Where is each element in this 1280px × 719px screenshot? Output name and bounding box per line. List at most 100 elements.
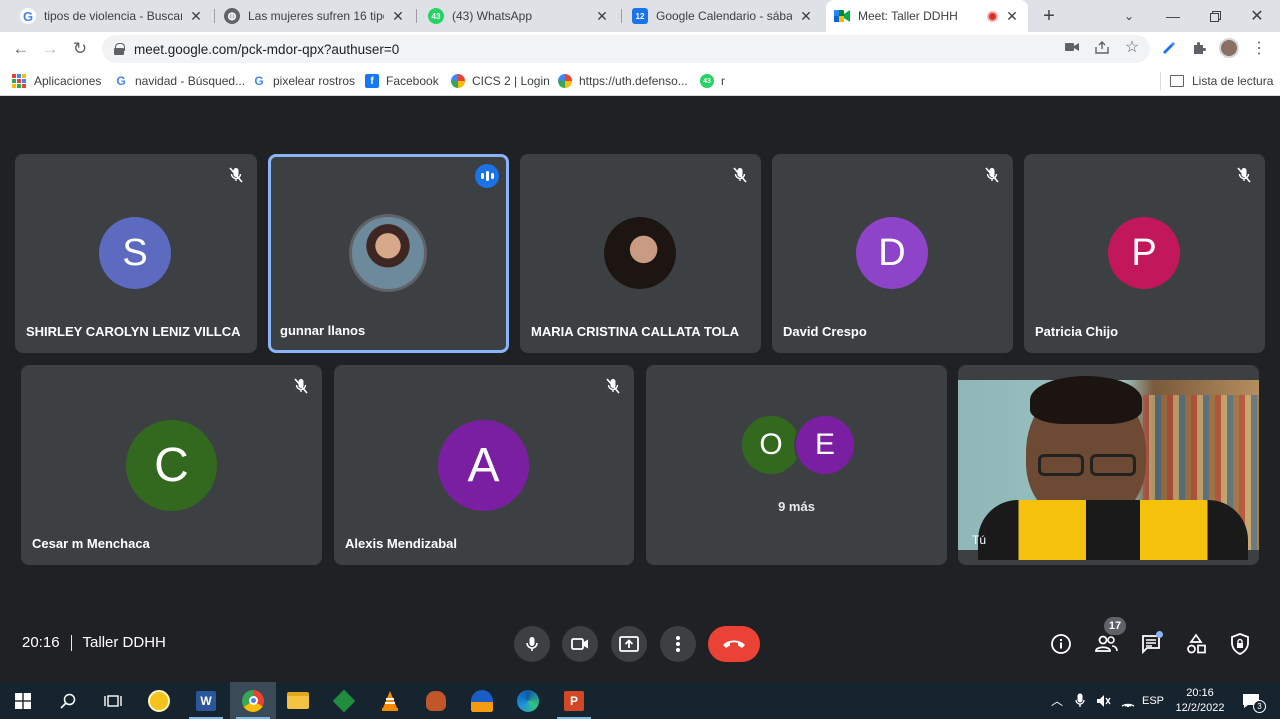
chrome-menu-icon[interactable]: ⋮ — [1248, 36, 1270, 60]
bookmark-whatsapp[interactable]: 43 r — [700, 70, 725, 92]
taskbar-app-norton[interactable] — [136, 682, 182, 719]
new-tab-button[interactable]: + — [1037, 4, 1061, 28]
participant-tile[interactable]: C Cesar m Menchaca — [21, 365, 322, 565]
toolbar: ← → ↻ meet.google.com/pck-mdor-qpx?authu… — [0, 32, 1280, 66]
participant-tile-speaking[interactable]: gunnar llanos — [268, 154, 509, 353]
microphone-tray-icon[interactable] — [1070, 682, 1090, 719]
people-button[interactable]: 17 — [1092, 617, 1126, 658]
reload-button[interactable]: ↻ — [67, 36, 93, 62]
tab-whatsapp[interactable]: 43 (43) WhatsApp ✕ — [420, 0, 618, 32]
language-indicator[interactable]: ESP — [1140, 682, 1166, 719]
tab-title: tipos de violencia - Buscar con Google — [44, 9, 182, 23]
camera-in-use-icon[interactable] — [1062, 39, 1082, 55]
search-button[interactable] — [45, 682, 91, 719]
recording-icon — [987, 10, 998, 22]
videocam-icon — [571, 638, 588, 650]
taskbar-app-edge[interactable] — [505, 682, 551, 719]
reading-list-button[interactable]: Lista de lectura — [1170, 70, 1273, 92]
bookmark-navidad[interactable]: G navidad - Búsqued... — [114, 70, 245, 92]
facebook-icon: f — [365, 74, 379, 88]
self-label: Tú — [972, 533, 987, 547]
camera-button[interactable] — [562, 626, 598, 662]
close-icon[interactable]: ✕ — [390, 8, 406, 25]
extension-pen-icon[interactable] — [1158, 36, 1180, 60]
microphone-button[interactable] — [514, 626, 550, 662]
participant-tile[interactable]: P Patricia Chijo — [1024, 154, 1265, 353]
avatar: P — [1108, 217, 1180, 289]
tab-meet[interactable]: Meet: Taller DDHH ✕ — [826, 0, 1028, 32]
bookmark-pixelear[interactable]: G pixelear rostros — [252, 70, 355, 92]
clock-time: 20:16 — [1186, 686, 1214, 699]
close-icon[interactable]: ✕ — [798, 8, 814, 25]
avatar-initial: P — [1131, 231, 1157, 274]
profile-avatar[interactable] — [1218, 36, 1240, 60]
bookmark-label: r — [721, 74, 725, 88]
bookmark-star-icon[interactable]: ☆ — [1122, 39, 1142, 56]
host-controls-button[interactable] — [1226, 630, 1254, 658]
tab-article[interactable]: ◍ Las mujeres sufren 16 tipos de violenc… — [216, 0, 414, 32]
back-button[interactable]: ← — [8, 36, 34, 62]
notifications-button[interactable]: 3 — [1236, 682, 1266, 719]
shield-lock-icon — [1231, 633, 1249, 655]
bookmark-label: Facebook — [386, 74, 439, 88]
participant-tile[interactable]: S SHIRLEY CAROLYN LENIZ VILLCA — [15, 154, 257, 353]
meeting-name: Taller DDHH — [82, 634, 166, 651]
taskbar-app-vlc[interactable] — [367, 682, 413, 719]
close-icon[interactable]: ✕ — [594, 8, 610, 25]
maximize-button[interactable] — [1192, 0, 1238, 32]
volume-icon[interactable] — [1093, 682, 1115, 719]
wifi-icon[interactable] — [1118, 682, 1138, 719]
app-green-icon — [332, 689, 356, 712]
bookmark-cics[interactable]: CICS 2 | Login — [451, 70, 550, 92]
tab-calendar[interactable]: 12 Google Calendario - sábado, 12 de feb… — [624, 0, 822, 32]
apps-grid-icon — [12, 74, 26, 88]
people-count-badge: 17 — [1104, 617, 1126, 635]
minimize-button[interactable]: — — [1150, 0, 1196, 32]
google-g-icon: G — [20, 8, 36, 24]
close-icon[interactable]: ✕ — [1004, 8, 1020, 25]
others-tile[interactable]: O E 9 más — [646, 365, 947, 565]
taskbar-app-glove[interactable] — [413, 682, 459, 719]
taskbar-app-word[interactable]: W — [183, 682, 229, 719]
avatar: D — [856, 217, 928, 289]
show-hidden-icons-button[interactable]: ︿ — [1048, 682, 1066, 719]
leave-call-button[interactable] — [708, 626, 760, 662]
activities-button[interactable] — [1182, 630, 1210, 658]
present-screen-button[interactable] — [611, 626, 647, 662]
address-bar[interactable]: meet.google.com/pck-mdor-qpx?authuser=0 — [102, 35, 1150, 63]
participant-tile[interactable]: A Alexis Mendizabal — [334, 365, 634, 565]
taskbar-app-blue-orange[interactable] — [459, 682, 505, 719]
share-icon[interactable] — [1092, 39, 1112, 55]
more-options-button[interactable] — [660, 626, 696, 662]
start-button[interactable] — [0, 682, 46, 719]
bookmark-label: navidad - Búsqued... — [135, 74, 246, 88]
close-window-button[interactable]: ✕ — [1234, 0, 1280, 32]
tab-search[interactable]: G tipos de violencia - Buscar con Google… — [12, 0, 212, 32]
avatar-photo — [604, 217, 676, 289]
bookmark-apps[interactable]: Aplicaciones — [12, 70, 101, 92]
taskbar-app-explorer[interactable] — [275, 682, 321, 719]
self-view-tile[interactable]: Tú — [958, 365, 1259, 565]
bookmark-uth[interactable]: https://uth.defenso... — [558, 70, 688, 92]
bookmark-label: https://uth.defenso... — [579, 74, 688, 88]
taskbar-app-powerpoint[interactable]: P — [551, 682, 597, 719]
participant-tile[interactable]: D David Crespo — [772, 154, 1013, 353]
taskbar-app-green[interactable] — [321, 682, 367, 719]
forward-button[interactable]: → — [37, 36, 63, 62]
mic-off-icon — [729, 164, 751, 186]
chat-button[interactable] — [1137, 630, 1165, 658]
participant-name: Alexis Mendizabal — [345, 536, 457, 551]
participant-tile[interactable]: MARIA CRISTINA CALLATA TOLA — [520, 154, 761, 353]
avatar: S — [99, 217, 171, 289]
task-view-button[interactable] — [90, 682, 136, 719]
clock[interactable]: 20:16 12/2/2022 — [1170, 682, 1230, 719]
tab-search-chevron-icon[interactable]: ⌄ — [1106, 0, 1152, 32]
self-video — [958, 376, 1259, 560]
extensions-puzzle-icon[interactable] — [1188, 36, 1210, 60]
meeting-details-button[interactable] — [1047, 630, 1075, 658]
bookmark-facebook[interactable]: f Facebook — [365, 70, 439, 92]
powerpoint-icon: P — [564, 690, 584, 711]
taskbar-app-chrome[interactable] — [230, 682, 276, 719]
avatar-initial: C — [154, 439, 189, 492]
close-icon[interactable]: ✕ — [188, 8, 204, 25]
